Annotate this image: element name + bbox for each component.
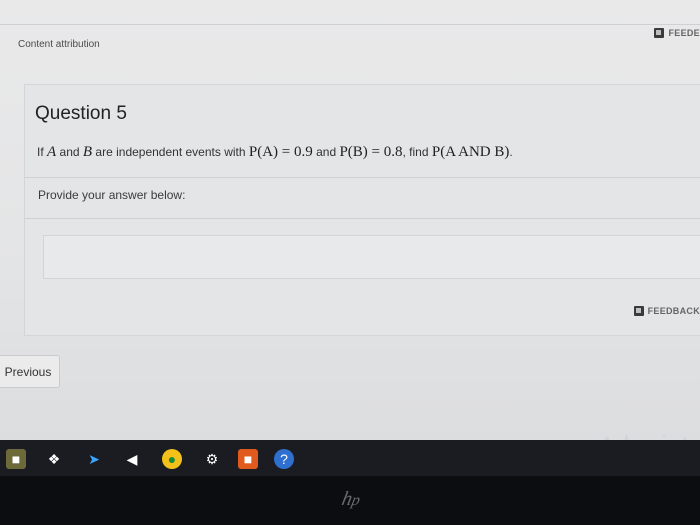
feedback-button-top[interactable]: FEEDE <box>654 26 700 40</box>
q-and: and <box>59 145 80 159</box>
var-b: B <box>82 144 93 160</box>
question-header: Question 5 If A and B are independent ev… <box>25 85 700 178</box>
q-prefix: If <box>37 145 44 159</box>
question-text: If A and B are independent events with P… <box>37 144 513 161</box>
help-icon[interactable]: ? <box>274 449 294 469</box>
q-mid: are independent events with <box>95 145 246 159</box>
feedback-label-top: FEEDE <box>668 28 700 38</box>
answer-prompt: Provide your answer below: <box>38 188 186 202</box>
store-icon[interactable]: ■ <box>6 449 26 469</box>
top-divider <box>0 24 700 25</box>
pb-expression: P(B) = 0.8 <box>339 144 403 160</box>
flag-icon <box>633 306 644 316</box>
gear-icon[interactable]: ⚙ <box>202 449 222 469</box>
person-icon[interactable]: ♟ <box>622 432 631 441</box>
q-and-2: and <box>316 145 337 159</box>
office-icon[interactable]: ■ <box>238 449 258 469</box>
previous-button[interactable]: Previous <box>0 355 60 388</box>
pa-expression: P(A) = 0.9 <box>248 144 313 160</box>
bolt-icon[interactable]: ➤ <box>84 449 104 469</box>
network-icon[interactable]: ▲ <box>680 432 690 441</box>
flag-icon <box>654 28 665 38</box>
question-card: Question 5 If A and B are independent ev… <box>24 84 700 336</box>
q-find: , find <box>402 145 429 159</box>
var-a: A <box>47 144 57 160</box>
question-title: Question 5 <box>35 103 127 124</box>
q-end: . <box>509 145 513 159</box>
content-attribution-link[interactable]: Content attribution <box>18 39 100 50</box>
answer-input[interactable] <box>43 235 700 279</box>
feedback-label: FEEDBACK <box>647 306 700 316</box>
browser-viewport: FEEDE Content attribution Question 5 If … <box>0 0 700 440</box>
chevron-up-icon[interactable]: ⌃ <box>660 432 668 441</box>
target-expression: P(A AND B) <box>431 144 510 160</box>
answer-prompt-row: Provide your answer below: <box>25 178 700 219</box>
dropbox-icon[interactable]: ❖ <box>44 449 64 469</box>
kindle-icon[interactable]: ◀ <box>122 449 142 469</box>
hp-logo: hp <box>339 488 362 510</box>
chrome-icon[interactable]: ● <box>162 449 182 469</box>
feedback-button[interactable]: FEEDBACK <box>633 304 700 318</box>
people-icon[interactable]: ● <box>604 432 610 441</box>
taskbar <box>0 440 700 476</box>
